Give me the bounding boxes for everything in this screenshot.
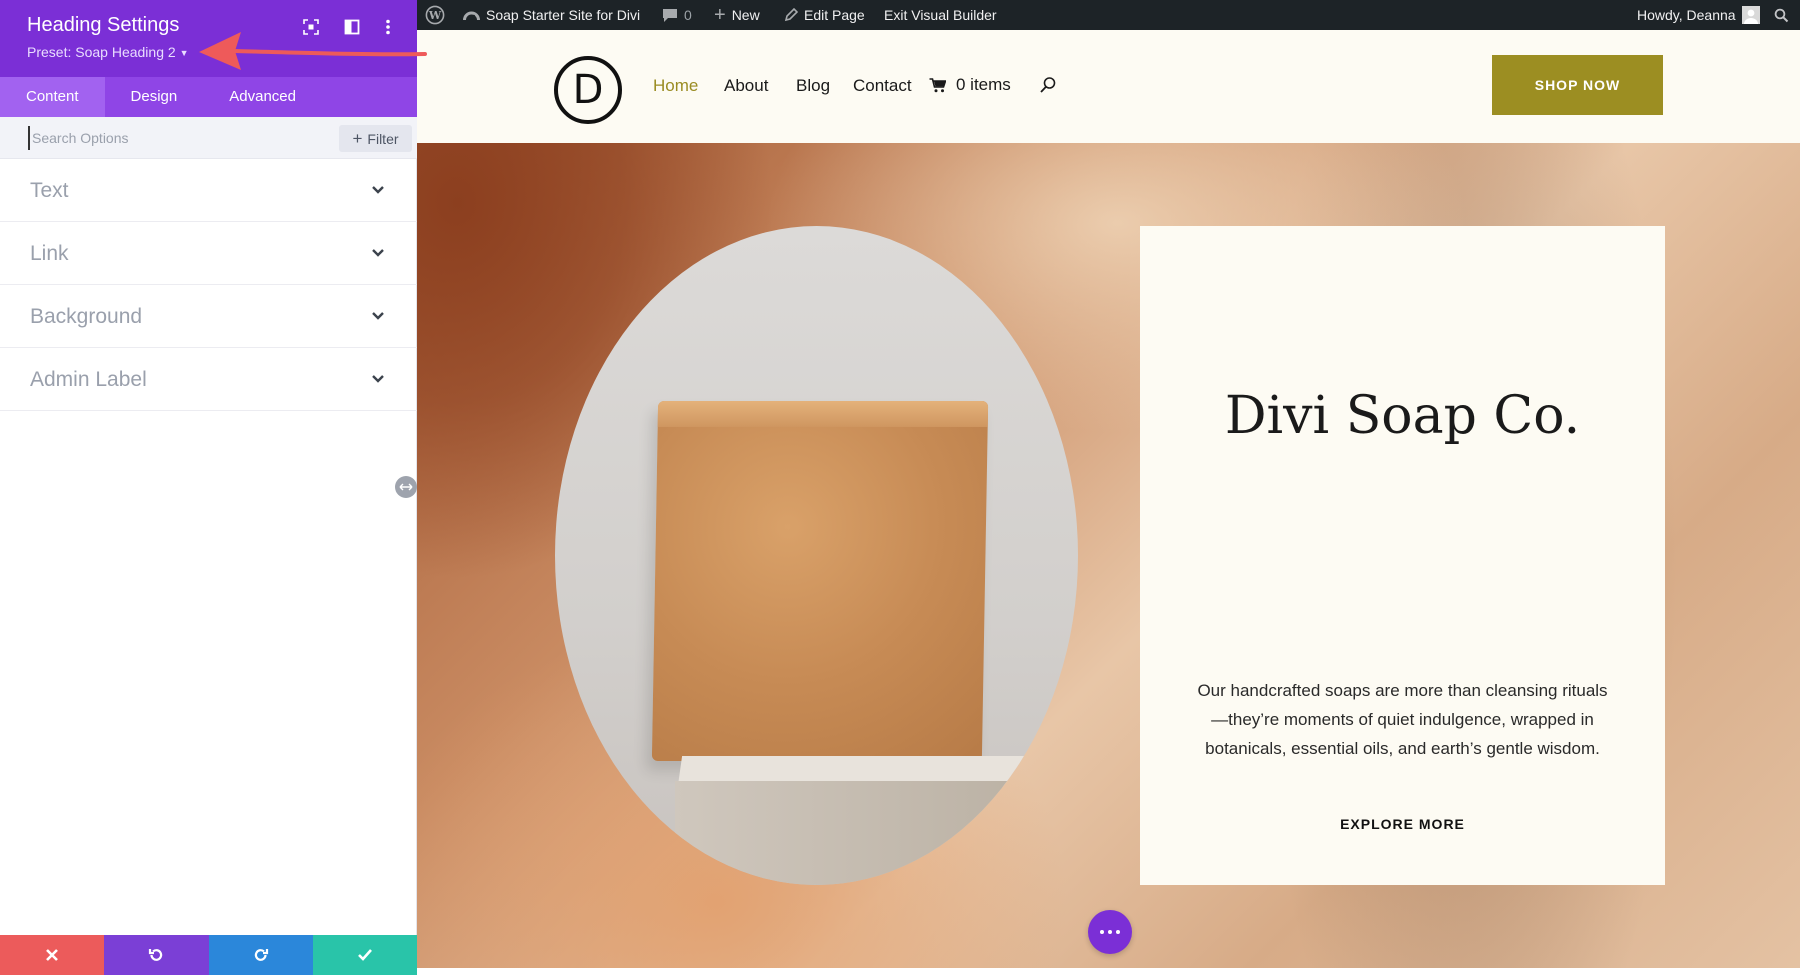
builder-more-button[interactable] bbox=[1088, 910, 1132, 954]
plus-icon: + bbox=[352, 129, 363, 148]
edit-page-label: Edit Page bbox=[804, 7, 865, 23]
chevron-down-icon bbox=[372, 312, 384, 320]
chevron-down-icon bbox=[372, 375, 384, 383]
undo-button[interactable] bbox=[104, 935, 209, 975]
soap-image bbox=[555, 226, 1078, 885]
edit-page-link[interactable]: Edit Page bbox=[784, 0, 865, 30]
site-name-link[interactable]: Soap Starter Site for Divi bbox=[463, 0, 640, 30]
cart-icon bbox=[929, 77, 946, 92]
dot-icon bbox=[1108, 930, 1112, 934]
preset-label: Preset: Soap Heading 2 bbox=[27, 44, 176, 60]
hero-text-card: Divi Soap Co. Our handcrafted soaps are … bbox=[1140, 226, 1665, 885]
toggle-background[interactable]: Background bbox=[0, 285, 417, 348]
dot-icon bbox=[1116, 930, 1120, 934]
comments-link[interactable]: 0 bbox=[662, 0, 692, 30]
panel-tabs: Content Design Advanced bbox=[0, 77, 417, 117]
exit-visual-builder-link[interactable]: Exit Visual Builder bbox=[884, 0, 997, 30]
nav-contact[interactable]: Contact bbox=[853, 76, 912, 96]
soap-bar-graphic bbox=[651, 401, 989, 761]
avatar bbox=[1741, 6, 1760, 24]
panel-title: Heading Settings bbox=[27, 14, 180, 36]
hero-heading[interactable]: Divi Soap Co. bbox=[1140, 386, 1665, 446]
tab-advanced[interactable]: Advanced bbox=[203, 77, 322, 117]
wordpress-logo-icon[interactable]: W bbox=[425, 0, 445, 30]
panel-footer bbox=[0, 935, 417, 975]
hero-body-text: Our handcrafted soaps are more than clea… bbox=[1197, 681, 1608, 758]
pedestal-graphic bbox=[675, 781, 1078, 885]
filter-button[interactable]: + Filter bbox=[339, 125, 412, 152]
comment-icon bbox=[663, 8, 677, 22]
site-logo[interactable]: D bbox=[554, 56, 622, 124]
nav-blog[interactable]: Blog bbox=[796, 76, 830, 96]
save-button[interactable] bbox=[312, 935, 417, 975]
settings-panel: Heading Settings Preset: Soap Heading 2 ▼… bbox=[0, 0, 417, 975]
wp-admin-bar: W Soap Starter Site for Divi 0 + New Edi… bbox=[417, 0, 1800, 30]
tab-design[interactable]: Design bbox=[105, 77, 204, 117]
discard-button[interactable] bbox=[0, 935, 105, 975]
toggle-label: Text bbox=[30, 179, 69, 202]
tab-content[interactable]: Content bbox=[0, 77, 105, 117]
site-header: D Home About Blog Contact 0 items SHOP N… bbox=[417, 30, 1800, 143]
toggle-link[interactable]: Link bbox=[0, 222, 417, 285]
site-name: Soap Starter Site for Divi bbox=[486, 7, 641, 23]
shop-now-button[interactable]: SHOP NOW bbox=[1492, 55, 1663, 115]
preset-selector[interactable]: Preset: Soap Heading 2 ▼ bbox=[27, 44, 189, 60]
checkmark-icon bbox=[357, 949, 372, 961]
account-menu[interactable]: Howdy, Deanna bbox=[1637, 0, 1760, 30]
toggle-admin-label[interactable]: Admin Label bbox=[0, 348, 417, 411]
chevron-down-icon bbox=[372, 249, 384, 257]
toggle-label: Admin Label bbox=[30, 368, 147, 391]
filter-label: Filter bbox=[367, 130, 399, 147]
logo-letter: D bbox=[572, 67, 604, 113]
redo-icon bbox=[254, 949, 268, 961]
annotation-arrow-icon bbox=[199, 32, 427, 70]
exit-label: Exit Visual Builder bbox=[884, 7, 997, 23]
dot-icon bbox=[1100, 930, 1104, 934]
comments-count: 0 bbox=[684, 7, 692, 23]
nav-home[interactable]: Home bbox=[653, 76, 698, 96]
toggle-label: Background bbox=[30, 305, 143, 328]
caret-down-icon: ▼ bbox=[179, 48, 189, 59]
redo-button[interactable] bbox=[208, 935, 313, 975]
cart-count: 0 items bbox=[956, 75, 1011, 94]
undo-icon bbox=[149, 949, 163, 961]
new-content-link[interactable]: + New bbox=[714, 0, 760, 30]
site-search-icon[interactable] bbox=[1039, 76, 1057, 99]
panel-resize-handle[interactable] bbox=[395, 476, 417, 498]
cart-link[interactable]: 0 items bbox=[929, 75, 1011, 95]
pencil-icon bbox=[784, 8, 798, 22]
search-options-input[interactable] bbox=[28, 126, 328, 150]
greeting: Howdy, Deanna bbox=[1637, 7, 1736, 23]
explore-more-button[interactable]: EXPLORE MORE bbox=[1140, 816, 1665, 832]
plus-icon: + bbox=[714, 4, 726, 26]
hero-section: Divi Soap Co. Our handcrafted soaps are … bbox=[417, 143, 1800, 968]
admin-search-icon[interactable] bbox=[1774, 0, 1789, 30]
toggle-text[interactable]: Text bbox=[0, 159, 417, 222]
toggle-label: Link bbox=[30, 242, 69, 265]
dashboard-icon bbox=[463, 11, 480, 20]
new-label: New bbox=[731, 7, 760, 23]
nav-about[interactable]: About bbox=[724, 76, 768, 96]
resize-arrows-icon bbox=[399, 483, 413, 491]
chevron-down-icon bbox=[372, 186, 384, 194]
close-icon bbox=[46, 949, 59, 961]
search-row: + Filter bbox=[0, 117, 417, 159]
svg-text:W: W bbox=[428, 9, 442, 22]
